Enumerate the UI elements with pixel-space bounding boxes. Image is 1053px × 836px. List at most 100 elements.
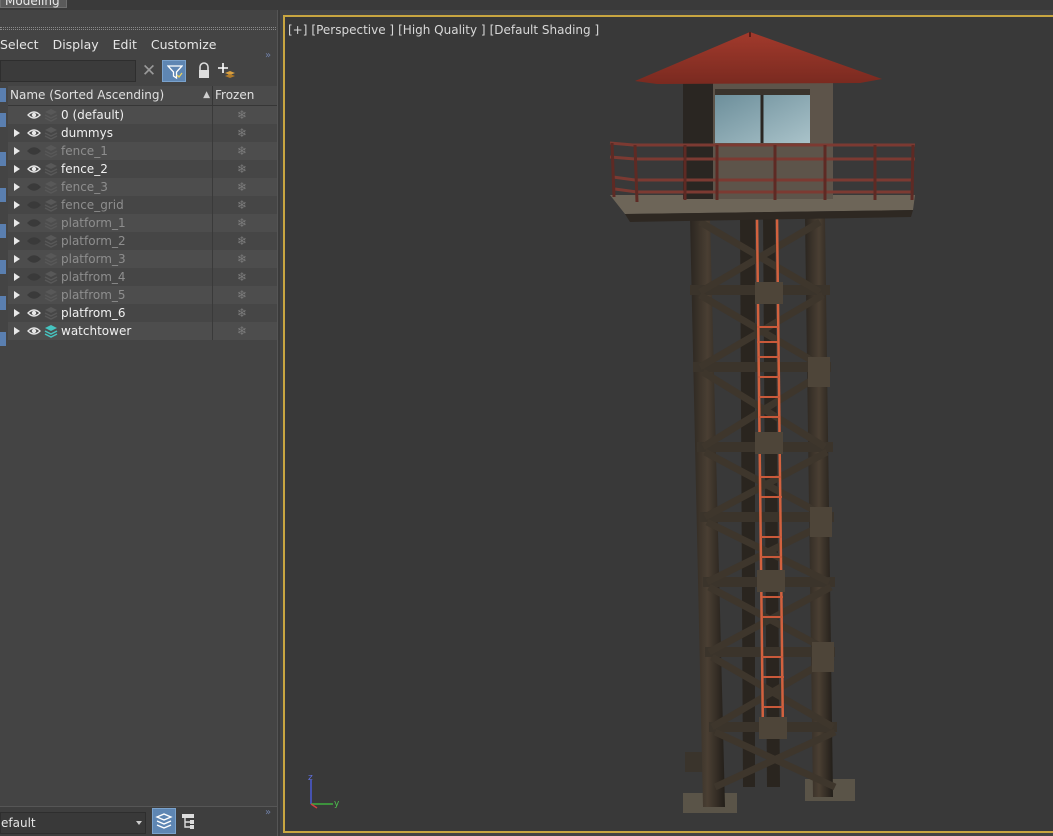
snowflake-icon[interactable]: ❄ [237, 124, 247, 142]
layer-name-cell[interactable]: dummys [8, 124, 213, 142]
table-row[interactable]: platfrom_5 ❄ [8, 286, 277, 304]
snowflake-icon[interactable]: ❄ [237, 106, 247, 124]
workspace-tab[interactable]: Modeling [0, 0, 67, 8]
snowflake-icon[interactable]: ❄ [237, 268, 247, 286]
expand-arrow-icon[interactable] [14, 255, 20, 263]
frozen-cell[interactable]: ❄ [213, 214, 277, 232]
sort-by-layer-button[interactable] [152, 808, 176, 834]
layer-stack-icon[interactable] [44, 216, 58, 230]
panel-grip[interactable] [0, 27, 276, 30]
side-tool-6[interactable] [0, 260, 6, 274]
layer-name-cell[interactable]: platfrom_5 [8, 286, 213, 304]
layer-name-cell[interactable]: platform_1 [8, 214, 213, 232]
table-row[interactable]: fence_2 ❄ [8, 160, 277, 178]
layer-name-cell[interactable]: watchtower [8, 322, 213, 340]
table-row[interactable]: 0 (default) ❄ [8, 106, 277, 124]
menu-edit[interactable]: Edit [106, 35, 144, 55]
snowflake-icon[interactable]: ❄ [237, 142, 247, 160]
expand-arrow-icon[interactable] [14, 273, 20, 281]
side-tool-1[interactable] [0, 88, 6, 102]
sort-by-hierarchy-button[interactable] [178, 810, 200, 832]
layer-stack-icon[interactable] [44, 126, 58, 140]
snowflake-icon[interactable]: ❄ [237, 178, 247, 196]
table-row[interactable]: watchtower ❄ [8, 322, 277, 340]
expand-arrow-icon[interactable] [14, 237, 20, 245]
expand-arrow-icon[interactable] [14, 309, 20, 317]
expand-arrow-icon[interactable] [14, 201, 20, 209]
expand-arrow-icon[interactable] [14, 183, 20, 191]
eye-hidden-icon[interactable] [27, 271, 41, 283]
table-row[interactable]: platform_1 ❄ [8, 214, 277, 232]
layer-stack-icon[interactable] [44, 144, 58, 158]
eye-icon[interactable] [27, 109, 41, 121]
layer-stack-icon[interactable] [44, 108, 58, 122]
layer-dropdown[interactable]: efault [0, 812, 146, 834]
frozen-cell[interactable]: ❄ [213, 106, 277, 124]
side-tool-2[interactable] [0, 113, 6, 127]
layer-name-cell[interactable]: 0 (default) [8, 106, 213, 124]
frozen-cell[interactable]: ❄ [213, 304, 277, 322]
snowflake-icon[interactable]: ❄ [237, 232, 247, 250]
side-tool-8[interactable] [0, 332, 6, 346]
menu-select[interactable]: Select [0, 35, 46, 55]
layer-stack-icon[interactable] [44, 198, 58, 212]
expand-arrow-icon[interactable] [14, 219, 20, 227]
viewport-quality-menu[interactable]: [High Quality ] [398, 23, 485, 37]
frozen-cell[interactable]: ❄ [213, 124, 277, 142]
snowflake-icon[interactable]: ❄ [237, 286, 247, 304]
layer-name-cell[interactable]: platfrom_6 [8, 304, 213, 322]
layer-stack-icon[interactable] [44, 324, 58, 338]
column-header-frozen[interactable]: Frozen [213, 86, 277, 105]
perspective-viewport[interactable]: [+] [Perspective ] [High Quality ] [Default… [283, 15, 1053, 833]
eye-icon[interactable] [27, 127, 41, 139]
table-row[interactable]: fence_3 ❄ [8, 178, 277, 196]
eye-icon[interactable] [27, 307, 41, 319]
layer-stack-icon[interactable] [44, 162, 58, 176]
layer-name-cell[interactable]: fence_grid [8, 196, 213, 214]
expand-arrow-icon[interactable] [14, 129, 20, 137]
layer-name-cell[interactable]: platform_2 [8, 232, 213, 250]
expand-arrow-icon[interactable] [14, 291, 20, 299]
frozen-cell[interactable]: ❄ [213, 232, 277, 250]
layer-stack-icon[interactable] [44, 252, 58, 266]
table-row[interactable]: platfrom_6 ❄ [8, 304, 277, 322]
eye-hidden-icon[interactable] [27, 199, 41, 211]
snowflake-icon[interactable]: ❄ [237, 322, 247, 340]
menu-display[interactable]: Display [46, 35, 106, 55]
side-tool-7[interactable] [0, 296, 6, 310]
snowflake-icon[interactable]: ❄ [237, 304, 247, 322]
filter-toggle-button[interactable] [162, 60, 186, 82]
frozen-cell[interactable]: ❄ [213, 250, 277, 268]
expand-arrow-icon[interactable] [14, 147, 20, 155]
clear-search-icon[interactable]: ✕ [139, 61, 159, 81]
frozen-cell[interactable]: ❄ [213, 160, 277, 178]
layer-name-cell[interactable]: fence_1 [8, 142, 213, 160]
frozen-cell[interactable]: ❄ [213, 196, 277, 214]
snowflake-icon[interactable]: ❄ [237, 196, 247, 214]
expand-arrow-icon[interactable] [14, 327, 20, 335]
layer-stack-icon[interactable] [44, 288, 58, 302]
snowflake-icon[interactable]: ❄ [237, 214, 247, 232]
eye-hidden-icon[interactable] [27, 217, 41, 229]
frozen-cell[interactable]: ❄ [213, 322, 277, 340]
table-row[interactable]: fence_grid ❄ [8, 196, 277, 214]
lock-icon[interactable] [196, 62, 212, 80]
layer-stack-icon[interactable] [44, 180, 58, 194]
viewport-plus-menu[interactable]: [+] [288, 23, 307, 37]
eye-icon[interactable] [27, 325, 41, 337]
viewport-shading-menu[interactable]: [Default Shading ] [490, 23, 600, 37]
snowflake-icon[interactable]: ❄ [237, 160, 247, 178]
eye-hidden-icon[interactable] [27, 253, 41, 265]
eye-hidden-icon[interactable] [27, 181, 41, 193]
snowflake-icon[interactable]: ❄ [237, 250, 247, 268]
column-header-name[interactable]: Name (Sorted Ascending) ▲ [8, 86, 213, 105]
frozen-cell[interactable]: ❄ [213, 142, 277, 160]
viewport-view-menu[interactable]: [Perspective ] [311, 23, 394, 37]
side-tool-3[interactable] [0, 152, 6, 166]
table-row[interactable]: fence_1 ❄ [8, 142, 277, 160]
menu-customize[interactable]: Customize [144, 35, 224, 55]
layer-stack-icon[interactable] [44, 234, 58, 248]
table-row[interactable]: dummys ❄ [8, 124, 277, 142]
layer-name-cell[interactable]: platform_3 [8, 250, 213, 268]
layer-name-cell[interactable]: platfrom_4 [8, 268, 213, 286]
